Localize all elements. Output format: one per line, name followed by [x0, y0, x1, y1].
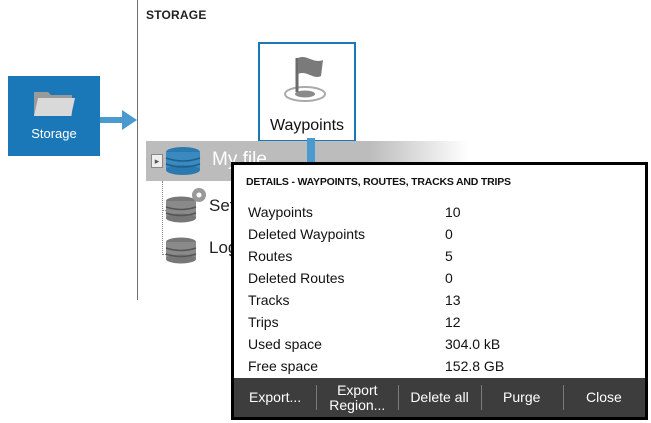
- purge-button[interactable]: Purge: [480, 378, 563, 417]
- tree-connector: [162, 181, 163, 255]
- database-icon: [165, 147, 201, 175]
- detail-value: 152.8 GB: [445, 358, 505, 374]
- storage-tile-label: Storage: [31, 126, 77, 141]
- detail-label: Routes: [248, 248, 293, 264]
- detail-label: Used space: [248, 336, 322, 352]
- detail-label: Deleted Routes: [248, 270, 345, 286]
- waypoint-flag-icon: [284, 57, 326, 102]
- waypoints-label: Waypoints: [269, 117, 345, 134]
- storage-tile[interactable]: Storage: [8, 76, 100, 156]
- export-button[interactable]: Export...: [234, 378, 316, 417]
- detail-label: Deleted Waypoints: [248, 226, 365, 242]
- details-dialog: DETAILS - WAYPOINTS, ROUTES, TRACKS AND …: [231, 162, 648, 420]
- arrow-right-icon: [100, 110, 137, 130]
- detail-label: Free space: [248, 358, 319, 374]
- detail-label: Waypoints: [248, 204, 313, 220]
- folder-icon: [34, 92, 75, 116]
- dialog-button-bar: Export... Export Region... Delete all Pu…: [234, 378, 645, 417]
- detail-label: Trips: [248, 314, 279, 330]
- detail-value: 0: [445, 270, 453, 286]
- detail-label: Tracks: [248, 292, 290, 308]
- detail-value: 5: [445, 248, 453, 264]
- waypoints-button[interactable]: Waypoints: [258, 42, 356, 142]
- detail-value: 13: [445, 292, 461, 308]
- dialog-title: DETAILS - WAYPOINTS, ROUTES, TRACKS AND …: [246, 176, 511, 188]
- export-region-button[interactable]: Export Region...: [316, 378, 398, 417]
- detail-value: 0: [445, 226, 453, 242]
- detail-value: 12: [445, 314, 461, 330]
- database-gear-icon: [165, 188, 206, 223]
- close-button[interactable]: Close: [562, 378, 645, 417]
- delete-all-button[interactable]: Delete all: [398, 378, 480, 417]
- database-icon: [165, 237, 197, 264]
- detail-value: 304.0 kB: [445, 336, 501, 352]
- storage-title: STORAGE: [146, 8, 207, 22]
- detail-value: 10: [445, 204, 461, 220]
- expand-toggle-icon[interactable]: ▸: [151, 154, 163, 168]
